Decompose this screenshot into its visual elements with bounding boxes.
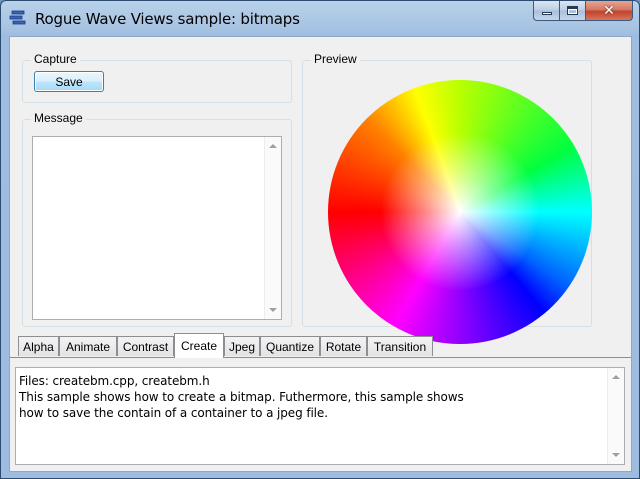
close-button[interactable]: ✕ bbox=[586, 1, 633, 21]
tab-label: Create bbox=[180, 339, 218, 353]
description-line: Files: createbm.cpp, createbm.h bbox=[19, 374, 210, 388]
description-line: This sample shows how to create a bitmap… bbox=[19, 390, 464, 404]
caption-buttons: ✕ bbox=[533, 1, 633, 23]
message-group: Message bbox=[22, 111, 292, 327]
color-wheel-image bbox=[328, 80, 592, 344]
description-textarea[interactable]: Files: createbm.cpp, createbm.h This sam… bbox=[15, 367, 625, 465]
minimize-icon bbox=[541, 12, 552, 15]
description-line: how to save the contain of a container t… bbox=[19, 406, 328, 420]
tab-alpha[interactable]: Alpha bbox=[18, 336, 59, 356]
message-textarea[interactable] bbox=[32, 136, 282, 320]
preview-group: Preview bbox=[302, 52, 592, 344]
tab-label: Contrast bbox=[122, 339, 169, 354]
tab-rotate[interactable]: Rotate bbox=[320, 336, 367, 356]
app-window: Rogue Wave Views sample: bitmaps ✕ Captu… bbox=[0, 0, 640, 479]
capture-group: Capture Save bbox=[22, 52, 292, 103]
capture-group-label: Capture bbox=[31, 52, 80, 66]
description-text: Files: createbm.cpp, createbm.h This sam… bbox=[19, 373, 464, 421]
window-title: Rogue Wave Views sample: bitmaps bbox=[35, 10, 300, 28]
tab-label: Alpha bbox=[23, 339, 54, 354]
maximize-icon bbox=[567, 6, 578, 15]
description-scrollbar[interactable] bbox=[607, 368, 624, 464]
scroll-up-arrow-icon[interactable] bbox=[269, 144, 277, 148]
tab-label: Transition bbox=[373, 339, 427, 354]
close-icon: ✕ bbox=[603, 2, 615, 19]
tab-label: Quantize bbox=[265, 339, 315, 354]
tab-contrast[interactable]: Contrast bbox=[117, 336, 174, 356]
tab-animate[interactable]: Animate bbox=[59, 336, 117, 356]
app-stack-icon bbox=[9, 10, 26, 25]
tab-quantize[interactable]: Quantize bbox=[260, 336, 320, 356]
scroll-up-arrow-icon[interactable] bbox=[612, 375, 620, 379]
tab-label: Jpeg bbox=[228, 339, 256, 354]
minimize-button[interactable] bbox=[533, 1, 560, 21]
scroll-down-arrow-icon[interactable] bbox=[269, 308, 277, 312]
tab-strip-baseline bbox=[10, 357, 631, 358]
message-scrollbar[interactable] bbox=[264, 137, 281, 319]
preview-group-label: Preview bbox=[311, 52, 360, 66]
tab-create[interactable]: Create bbox=[174, 333, 224, 358]
tab-label: Rotate bbox=[325, 339, 362, 354]
save-button[interactable]: Save bbox=[34, 71, 104, 92]
client-area: Capture Save Message Preview Alpha Anima… bbox=[9, 36, 632, 472]
tab-label: Animate bbox=[65, 339, 111, 354]
message-group-label: Message bbox=[31, 111, 86, 125]
scroll-down-arrow-icon[interactable] bbox=[612, 453, 620, 457]
tab-transition[interactable]: Transition bbox=[367, 336, 433, 356]
tab-jpeg[interactable]: Jpeg bbox=[224, 336, 260, 356]
maximize-button[interactable] bbox=[560, 1, 586, 21]
title-bar[interactable]: Rogue Wave Views sample: bitmaps ✕ bbox=[1, 1, 639, 36]
